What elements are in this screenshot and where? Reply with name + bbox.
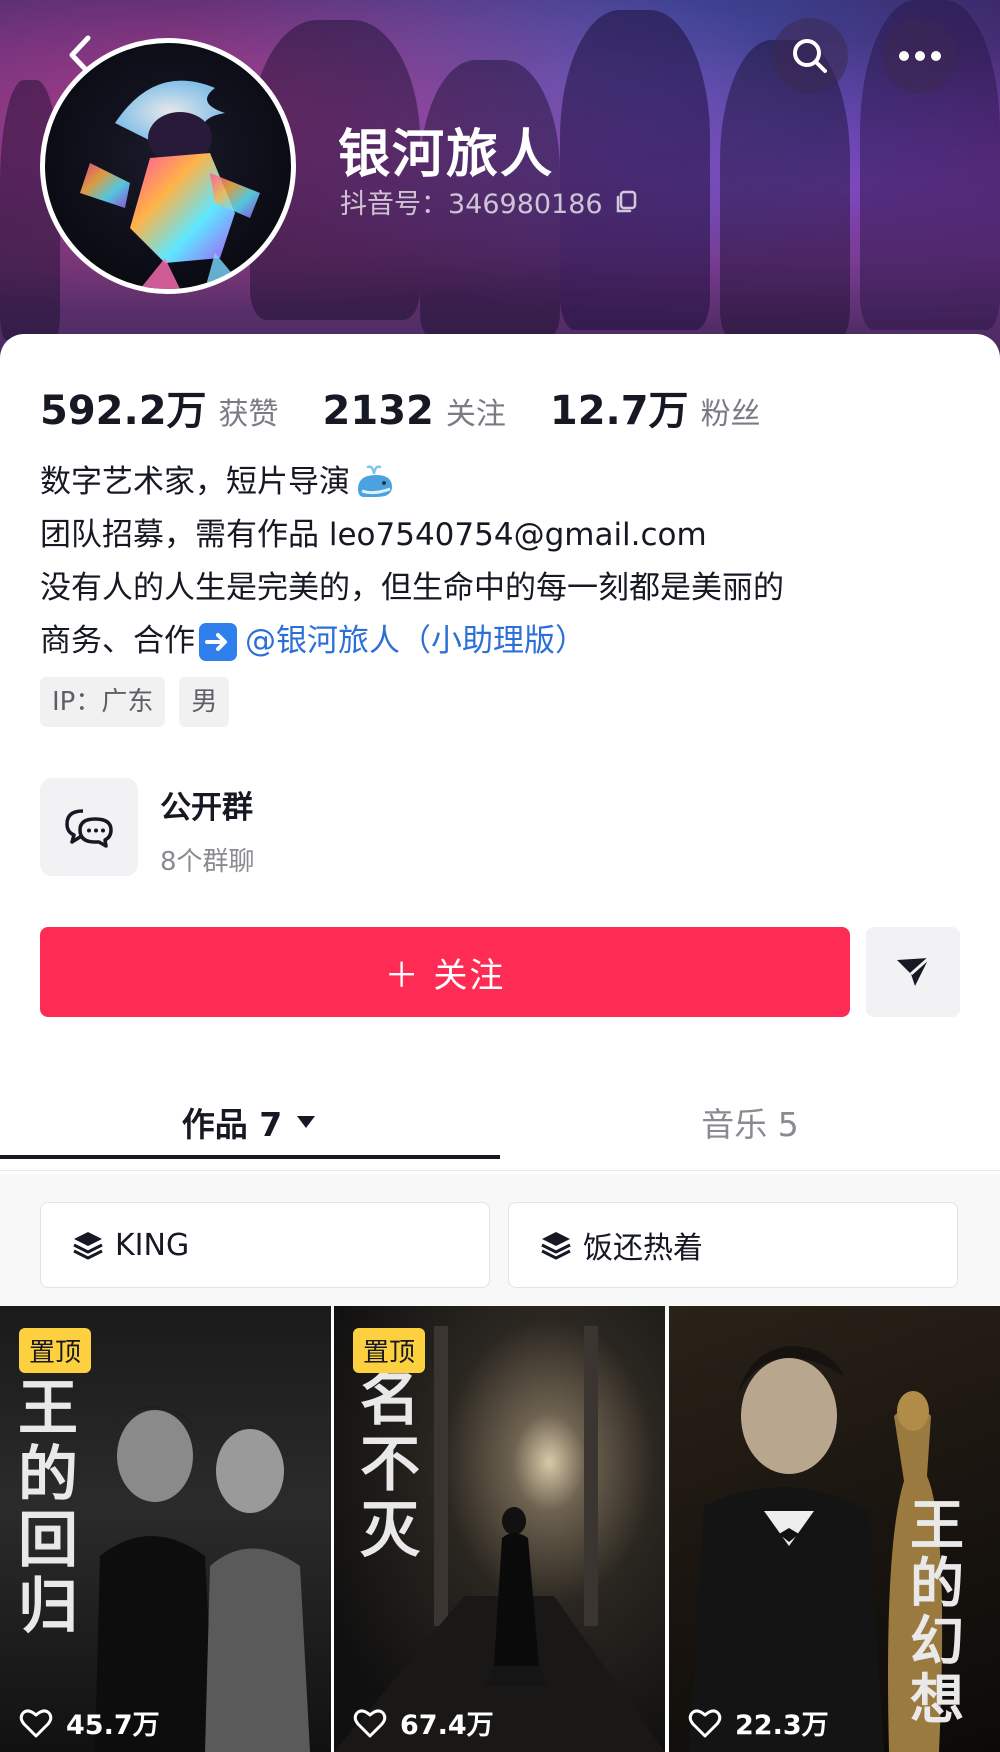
stat-value: 592.2万	[40, 388, 207, 434]
pinned-badge: 置顶	[19, 1328, 92, 1373]
collection-king[interactable]: KING	[40, 1202, 490, 1288]
stat-following[interactable]: 2132 关注	[323, 388, 506, 434]
like-count-value: 22.3万	[735, 1710, 829, 1741]
copy-icon[interactable]	[613, 189, 639, 215]
stat-value: 12.7万	[549, 388, 689, 434]
profile-card: 592.2万 获赞 2132 关注 12.7万 粉丝 数字艺术家，短片导演 团队…	[0, 334, 1000, 1752]
more-icon	[899, 51, 941, 61]
douyin-id-text: 抖音号：346980186	[340, 189, 603, 220]
bio-line: 数字艺术家，短片导演	[40, 456, 784, 509]
like-count-value: 45.7万	[66, 1710, 160, 1741]
video-title: 王的幻想	[910, 1493, 964, 1731]
right-arrow-icon	[199, 622, 237, 661]
group-icon-box	[40, 778, 138, 876]
assistant-account-link[interactable]: @银河旅人（小助理版）	[245, 615, 586, 668]
triangle-down-icon	[297, 1116, 316, 1128]
follow-button[interactable]: ＋ 关注	[40, 927, 850, 1017]
tab-music[interactable]: 音乐 5	[500, 1074, 1000, 1170]
chat-bubbles-icon	[65, 809, 113, 848]
collection-label: 饭还热着	[583, 1231, 703, 1266]
more-button[interactable]	[882, 18, 958, 94]
layers-icon	[541, 1232, 571, 1260]
video-tile[interactable]: 王的幻想 22.3万	[669, 1306, 1000, 1752]
video-tile[interactable]: 名不灭 置顶 67.4万	[334, 1306, 665, 1752]
bio: 数字艺术家，短片导演 团队招募，需有作品 leo7540754@gmail.co…	[40, 456, 784, 668]
profile-header: 银河旅人 抖音号：346980186	[0, 0, 1000, 370]
send-icon	[897, 956, 930, 986]
stat-likes[interactable]: 592.2万 获赞	[40, 378, 279, 436]
stat-label: 粉丝	[700, 397, 761, 432]
search-icon	[793, 39, 827, 73]
gender-tag: 男	[179, 677, 230, 727]
heart-icon	[19, 1708, 53, 1737]
avatar[interactable]	[40, 38, 296, 294]
bio-line: 商务、合作 @银河旅人（小助理版）	[40, 615, 784, 668]
like-count: 45.7万	[18, 1703, 160, 1742]
stats-row: 592.2万 获赞 2132 关注 12.7万 粉丝	[40, 378, 805, 436]
group-text: 公开群 8个群聊	[160, 778, 255, 878]
like-count: 22.3万	[687, 1703, 829, 1742]
heart-icon	[688, 1708, 722, 1737]
whale-icon	[358, 464, 392, 497]
pinned-badge: 置顶	[353, 1328, 426, 1373]
layers-icon	[73, 1232, 103, 1260]
heart-icon	[353, 1708, 387, 1737]
stat-label: 关注	[445, 397, 506, 432]
collections-row: KING 饭还热着	[0, 1174, 1000, 1320]
stat-value: 2132	[322, 388, 434, 434]
bio-line: 团队招募，需有作品 leo7540754@gmail.com	[40, 517, 707, 553]
video-tile[interactable]: 王的回归 置顶 45.7万	[0, 1306, 331, 1752]
douyin-id: 抖音号：346980186	[340, 182, 639, 221]
like-count: 67.4万	[352, 1703, 494, 1742]
username: 银河旅人	[338, 125, 555, 185]
video-grid: 王的回归 置顶 45.7万 名不灭 置顶 67.4万 王的幻想 22.3万	[0, 1306, 1000, 1752]
avatar-image	[80, 80, 260, 289]
public-group-entry[interactable]: 公开群 8个群聊	[40, 778, 255, 878]
ip-tag: IP：广东	[40, 677, 166, 727]
active-tab-indicator	[0, 1155, 500, 1159]
bio-text: 商务、合作	[40, 623, 195, 659]
bio-text: 数字艺术家，短片导演	[40, 464, 350, 500]
collection-fan[interactable]: 饭还热着	[508, 1202, 958, 1288]
stat-followers[interactable]: 12.7万 粉丝	[550, 378, 761, 436]
tag-row: IP：广东 男	[40, 677, 230, 727]
like-count-value: 67.4万	[400, 1710, 494, 1741]
tab-label: 作品 7	[181, 1105, 283, 1144]
collection-label: KING	[115, 1227, 190, 1263]
bio-line: 没有人的人生是完美的，但生命中的每一刻都是美丽的	[40, 570, 784, 606]
share-button[interactable]	[866, 927, 960, 1017]
group-title: 公开群	[160, 790, 253, 826]
stat-label: 获赞	[218, 397, 279, 432]
group-subtitle: 8个群聊	[160, 847, 255, 877]
search-button[interactable]	[772, 18, 848, 94]
